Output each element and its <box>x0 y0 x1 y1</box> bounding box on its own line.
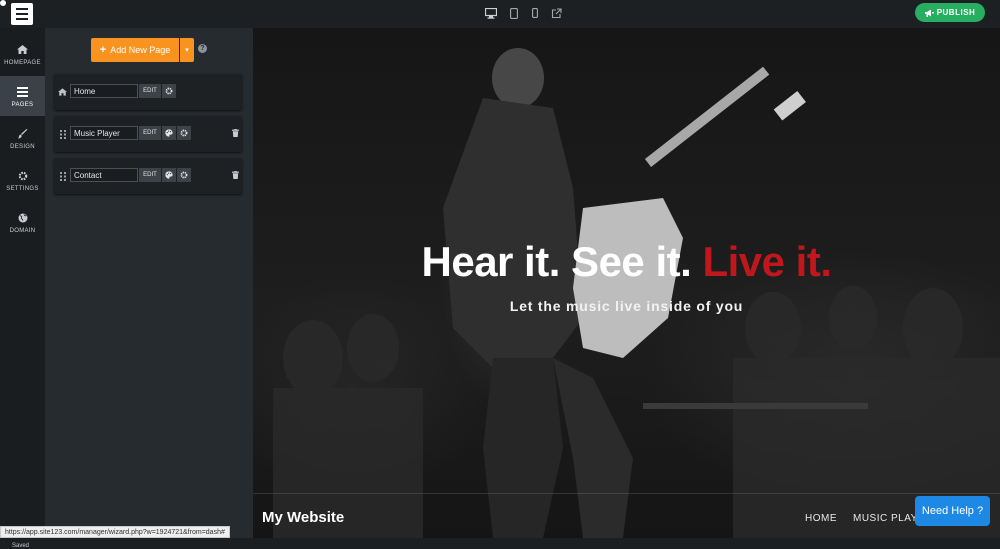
nav-label: SETTINGS <box>6 185 39 192</box>
add-new-page-button[interactable]: + Add New Page <box>91 38 179 62</box>
add-page-dropdown-button[interactable]: ▾ <box>180 38 194 62</box>
edit-page-button[interactable]: EDIT <box>139 168 161 182</box>
plus-icon: + <box>99 44 107 56</box>
page-design-button[interactable] <box>162 168 176 182</box>
megaphone-icon <box>924 9 934 17</box>
page-row-home: Home EDIT <box>54 74 242 110</box>
edit-page-button[interactable]: EDIT <box>139 126 161 140</box>
add-page-label: Add New Page <box>110 45 171 55</box>
palette-icon <box>165 129 173 137</box>
hamburger-logo-icon[interactable] <box>11 3 33 25</box>
top-toolbar: PUBLISH <box>0 0 1000 28</box>
link-status-bar: https://app.site123.com/manager/wizard.p… <box>0 526 230 538</box>
drag-handle-icon[interactable] <box>58 171 67 181</box>
gear-icon <box>180 129 188 137</box>
page-name-input[interactable]: Contact <box>70 168 138 182</box>
brush-icon <box>17 127 28 141</box>
trash-icon[interactable] <box>230 128 240 138</box>
trash-icon[interactable] <box>230 170 240 180</box>
nav-settings[interactable]: SETTINGS <box>0 160 45 200</box>
nav-pages[interactable]: PAGES <box>0 76 45 116</box>
pages-panel: + Add New Page ▾ ? Home EDIT Music Playe… <box>45 28 253 538</box>
home-icon <box>58 87 67 97</box>
page-name-input[interactable]: Music Player <box>70 126 138 140</box>
site-name[interactable]: My Website <box>262 509 344 526</box>
page-settings-button[interactable] <box>162 84 176 98</box>
desktop-icon[interactable] <box>484 6 498 20</box>
hero-subtitle: Let the music live inside of you <box>509 298 744 314</box>
mobile-icon[interactable] <box>531 6 539 20</box>
page-settings-button[interactable] <box>177 126 191 140</box>
nav-design[interactable]: DESIGN <box>0 118 45 158</box>
help-icon[interactable]: ? <box>198 44 207 53</box>
drag-handle-icon[interactable] <box>58 129 67 139</box>
edit-page-button[interactable]: EDIT <box>139 84 161 98</box>
site-header: My Website HOME MUSIC PLAYER <box>253 493 1000 538</box>
home-icon <box>17 43 28 57</box>
external-link-icon[interactable] <box>550 6 563 20</box>
nav-label: DESIGN <box>10 143 35 150</box>
pages-icon <box>17 85 28 99</box>
left-nav: HOMEPAGE PAGES DESIGN SETTINGS DOMAIN Sa… <box>0 28 45 549</box>
site-nav-home[interactable]: HOME <box>805 513 837 524</box>
page-design-button[interactable] <box>162 126 176 140</box>
page-row-contact: Contact EDIT <box>54 158 242 194</box>
page-name-input[interactable]: Home <box>70 84 138 98</box>
tablet-icon[interactable] <box>509 6 519 20</box>
publish-button[interactable]: PUBLISH <box>915 3 985 22</box>
globe-icon <box>18 211 28 225</box>
page-row-music-player: Music Player EDIT <box>54 116 242 152</box>
nav-label: HOMEPAGE <box>4 59 41 66</box>
hero-title-main: Hear it. See it. <box>421 238 692 285</box>
caret-down-icon: ▾ <box>185 47 189 54</box>
website-preview[interactable]: Hear it. See it. Live it. Let the music … <box>253 28 1000 538</box>
nav-domain[interactable]: DOMAIN <box>0 202 45 242</box>
hero-title: Hear it. See it. Live it. <box>253 238 1000 286</box>
gear-icon <box>180 171 188 179</box>
gear-icon <box>18 169 28 183</box>
nav-label: DOMAIN <box>9 227 36 234</box>
window-dot <box>0 0 6 6</box>
nav-label: PAGES <box>11 101 34 108</box>
need-help-button[interactable]: Need Help ? <box>915 496 990 526</box>
palette-icon <box>165 171 173 179</box>
publish-label: PUBLISH <box>936 8 976 17</box>
page-settings-button[interactable] <box>177 168 191 182</box>
hero-title-accent: Live it. <box>702 238 832 285</box>
nav-homepage[interactable]: HOMEPAGE <box>0 34 45 74</box>
save-status: Saved <box>12 543 30 549</box>
gear-icon <box>165 87 173 95</box>
